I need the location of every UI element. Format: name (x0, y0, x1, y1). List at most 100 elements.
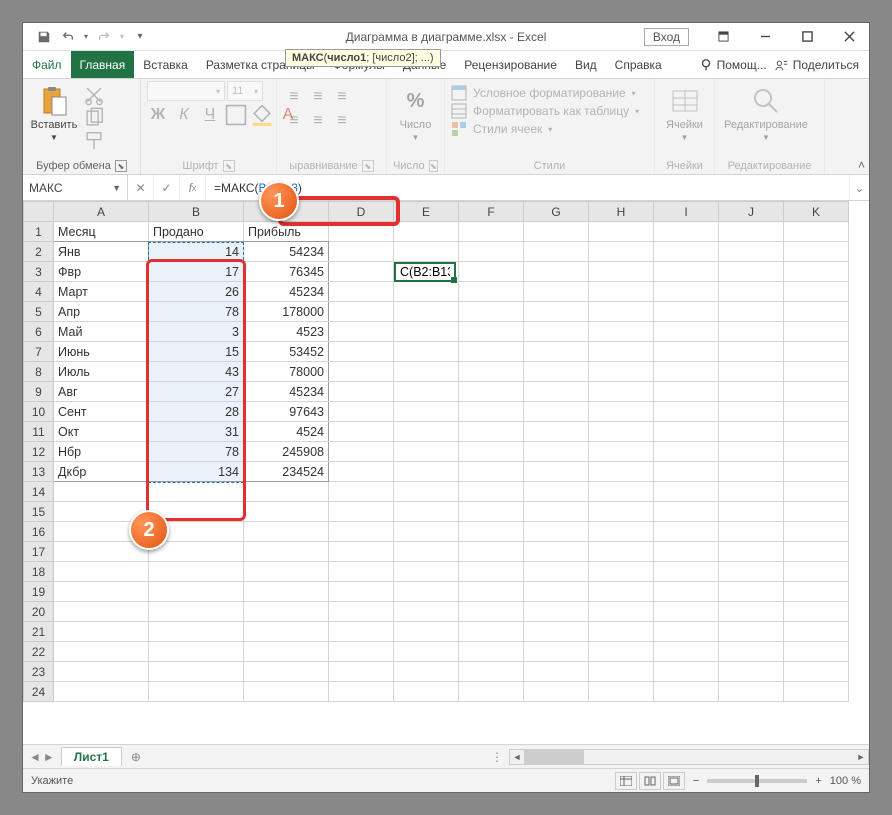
cell[interactable] (784, 302, 849, 322)
cell[interactable] (654, 582, 719, 602)
minimize-button[interactable] (745, 23, 785, 51)
cell[interactable] (149, 642, 244, 662)
row-header[interactable]: 18 (24, 562, 54, 582)
qat-customize-icon[interactable]: ▾ (129, 26, 151, 48)
cell[interactable] (654, 382, 719, 402)
cell[interactable] (654, 542, 719, 562)
close-button[interactable] (829, 23, 869, 51)
cell[interactable] (654, 642, 719, 662)
cell[interactable] (459, 262, 524, 282)
column-header[interactable]: K (784, 202, 849, 222)
cell[interactable] (524, 682, 589, 702)
name-box-dropdown-icon[interactable]: ▼ (112, 183, 121, 193)
row-header[interactable]: 20 (24, 602, 54, 622)
row-header[interactable]: 15 (24, 502, 54, 522)
font-launcher-icon[interactable]: ⬊ (223, 160, 235, 172)
cell[interactable]: Май (54, 322, 149, 342)
align-center-icon[interactable]: ≡ (307, 111, 329, 131)
column-header[interactable]: J (719, 202, 784, 222)
cell[interactable] (149, 562, 244, 582)
cell[interactable] (719, 262, 784, 282)
cell[interactable] (459, 622, 524, 642)
cell[interactable] (459, 282, 524, 302)
cell[interactable] (719, 382, 784, 402)
cell[interactable]: Июль (54, 362, 149, 382)
cell[interactable] (329, 302, 394, 322)
fill-color-icon[interactable] (251, 105, 273, 125)
cell[interactable] (589, 602, 654, 622)
cell[interactable] (589, 462, 654, 482)
alignment-launcher-icon[interactable]: ⬊ (362, 160, 374, 172)
cell[interactable] (654, 362, 719, 382)
cell[interactable]: Фвр (54, 262, 149, 282)
cell[interactable]: Сент (54, 402, 149, 422)
row-header[interactable]: 19 (24, 582, 54, 602)
cell[interactable] (54, 662, 149, 682)
row-header[interactable]: 8 (24, 362, 54, 382)
cell[interactable] (329, 502, 394, 522)
undo-icon[interactable] (57, 26, 79, 48)
cell[interactable] (394, 682, 459, 702)
row-header[interactable]: 2 (24, 242, 54, 262)
cell[interactable] (589, 242, 654, 262)
row-header[interactable]: 14 (24, 482, 54, 502)
cell[interactable] (784, 242, 849, 262)
row-header[interactable]: 5 (24, 302, 54, 322)
cell[interactable]: Апр (54, 302, 149, 322)
cell[interactable] (654, 682, 719, 702)
cell[interactable] (719, 542, 784, 562)
cell[interactable]: 4523 (244, 322, 329, 342)
cell[interactable] (654, 262, 719, 282)
cell[interactable] (719, 222, 784, 242)
cell[interactable] (524, 242, 589, 262)
align-top-icon[interactable]: ≡ (283, 87, 305, 107)
cell[interactable] (589, 382, 654, 402)
cells-button[interactable]: Ячейки ▼ (661, 81, 708, 142)
cell[interactable] (329, 522, 394, 542)
save-icon[interactable] (33, 26, 55, 48)
cell[interactable] (719, 602, 784, 622)
tab-file[interactable]: Файл (23, 51, 71, 78)
cell[interactable] (394, 462, 459, 482)
confirm-formula-icon[interactable]: ✓ (154, 175, 180, 200)
cell[interactable]: 27 (149, 382, 244, 402)
number-launcher-icon[interactable]: ⬊ (429, 160, 438, 172)
column-header[interactable]: G (524, 202, 589, 222)
row-header[interactable]: 3 (24, 262, 54, 282)
cell[interactable] (524, 282, 589, 302)
underline-icon[interactable]: Ч (199, 105, 221, 125)
cell[interactable] (784, 502, 849, 522)
spreadsheet-grid[interactable]: A B C D E F G H I J K 1МесяцПроданоПрибы… (23, 201, 869, 744)
insert-function-icon[interactable]: fx (180, 175, 206, 200)
cell[interactable] (784, 322, 849, 342)
ribbon-options-icon[interactable] (703, 23, 743, 51)
sheet-nav-prev-icon[interactable]: ◄ (29, 750, 41, 764)
cell[interactable]: Продано (149, 222, 244, 242)
cell[interactable] (459, 242, 524, 262)
cell[interactable] (784, 262, 849, 282)
cell[interactable]: 234524 (244, 462, 329, 482)
cell[interactable] (329, 622, 394, 642)
cell[interactable] (654, 502, 719, 522)
cell-styles-button[interactable]: Стили ячеек ▾ (451, 121, 552, 137)
cell[interactable] (524, 302, 589, 322)
column-header[interactable]: F (459, 202, 524, 222)
cell[interactable]: 31 (149, 422, 244, 442)
cell[interactable] (54, 582, 149, 602)
cell[interactable] (244, 542, 329, 562)
cell[interactable] (459, 662, 524, 682)
cell[interactable]: Дкбр (54, 462, 149, 482)
cell[interactable] (784, 442, 849, 462)
cell[interactable] (589, 622, 654, 642)
cell[interactable] (589, 302, 654, 322)
cell[interactable] (394, 362, 459, 382)
editing-button[interactable]: Редактирование ▼ (721, 81, 811, 142)
cell[interactable] (524, 662, 589, 682)
cell[interactable] (394, 342, 459, 362)
cell[interactable] (394, 522, 459, 542)
cell[interactable] (784, 582, 849, 602)
row-header[interactable]: 23 (24, 662, 54, 682)
cell[interactable] (394, 242, 459, 262)
cell[interactable] (719, 562, 784, 582)
cell[interactable] (654, 282, 719, 302)
